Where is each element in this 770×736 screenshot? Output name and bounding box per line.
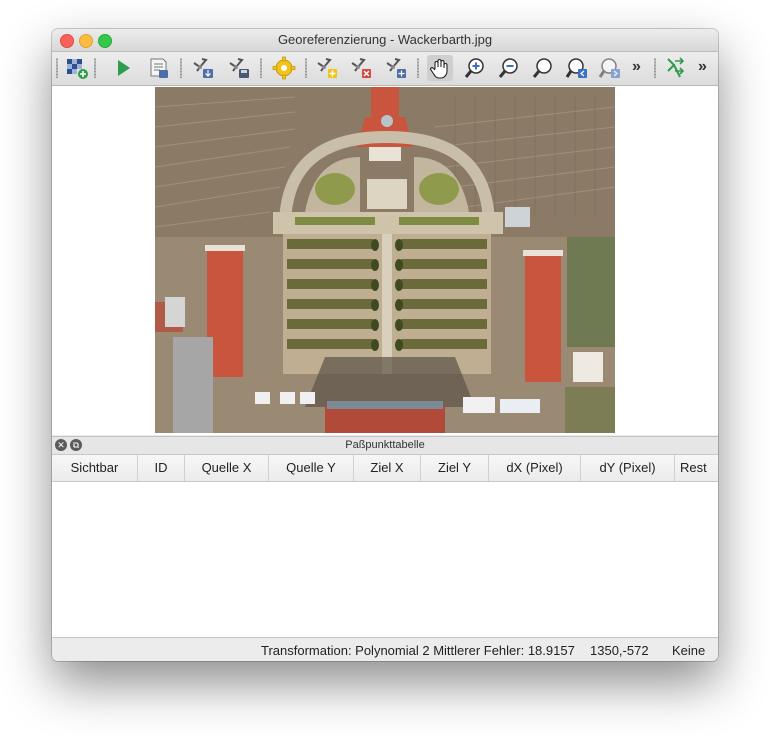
zoom-out-icon[interactable]	[496, 55, 522, 81]
toolbar-separator	[94, 58, 96, 78]
aerial-photo	[155, 87, 615, 433]
column-header-quelle-x[interactable]: Quelle X	[185, 455, 269, 481]
column-header-rest[interactable]: Rest	[675, 455, 718, 481]
column-header-dx-pixel[interactable]: dX (Pixel)	[489, 455, 581, 481]
gcp-table-body[interactable]	[52, 482, 718, 637]
column-header-id[interactable]: ID	[138, 455, 185, 481]
title-bar[interactable]: Georeferenzierung - Wackerbarth.jpg	[52, 29, 718, 52]
toolbar-separator	[305, 58, 307, 78]
gcp-table-dock-header: ✕ ⧉ Paßpunkttabelle	[52, 436, 718, 455]
georeferencer-window: Georeferenzierung - Wackerbarth.jpg » » …	[52, 29, 718, 661]
toolbar-overflow-button[interactable]: »	[632, 58, 641, 76]
toolbar-separator	[417, 58, 419, 78]
move-gcp-point-icon[interactable]	[383, 55, 409, 81]
add-point-icon[interactable]	[314, 55, 340, 81]
column-header-sichtbar[interactable]: Sichtbar	[52, 455, 138, 481]
column-header-quelle-y[interactable]: Quelle Y	[269, 455, 354, 481]
status-transformation: Transformation: Polynomial 2 Mittlerer F…	[261, 643, 575, 658]
pan-hand-icon[interactable]	[427, 55, 453, 81]
status-bar: Transformation: Polynomial 2 Mittlerer F…	[52, 637, 718, 661]
zoom-last-icon[interactable]	[564, 55, 590, 81]
delete-point-icon[interactable]	[348, 55, 374, 81]
toolbar-separator	[260, 58, 262, 78]
dock-title: Paßpunkttabelle	[345, 439, 425, 451]
zoom-to-layer-icon[interactable]	[530, 55, 556, 81]
transformation-settings-icon[interactable]	[271, 55, 297, 81]
column-header-ziel-y[interactable]: Ziel Y	[421, 455, 489, 481]
toolbar-separator	[180, 58, 182, 78]
start-georeferencing-icon[interactable]	[110, 55, 136, 81]
toolbar-separator	[654, 58, 656, 78]
column-header-ziel-x[interactable]: Ziel X	[354, 455, 421, 481]
zoom-in-icon[interactable]	[462, 55, 488, 81]
open-raster-icon[interactable]	[64, 55, 90, 81]
generate-gdal-script-icon[interactable]	[146, 55, 172, 81]
gcp-table-header: Sichtbar ID Quelle X Quelle Y Ziel X Zie…	[52, 455, 718, 482]
link-georeferencer-to-qgis-icon[interactable]	[662, 55, 688, 81]
toolbar-handle[interactable]	[56, 58, 58, 78]
column-header-dy-pixel[interactable]: dY (Pixel)	[581, 455, 675, 481]
status-coordinates: 1350,-572	[590, 643, 649, 658]
zoom-next-icon[interactable]	[597, 55, 623, 81]
status-crs[interactable]: Keine	[672, 643, 705, 658]
map-canvas[interactable]	[52, 86, 718, 435]
window-title: Georeferenzierung - Wackerbarth.jpg	[277, 32, 493, 47]
toolbar-overflow-button-2[interactable]: »	[698, 58, 707, 76]
load-gcp-points-icon[interactable]	[190, 55, 216, 81]
save-gcp-points-icon[interactable]	[226, 55, 252, 81]
toolbar: » »	[52, 52, 718, 86]
